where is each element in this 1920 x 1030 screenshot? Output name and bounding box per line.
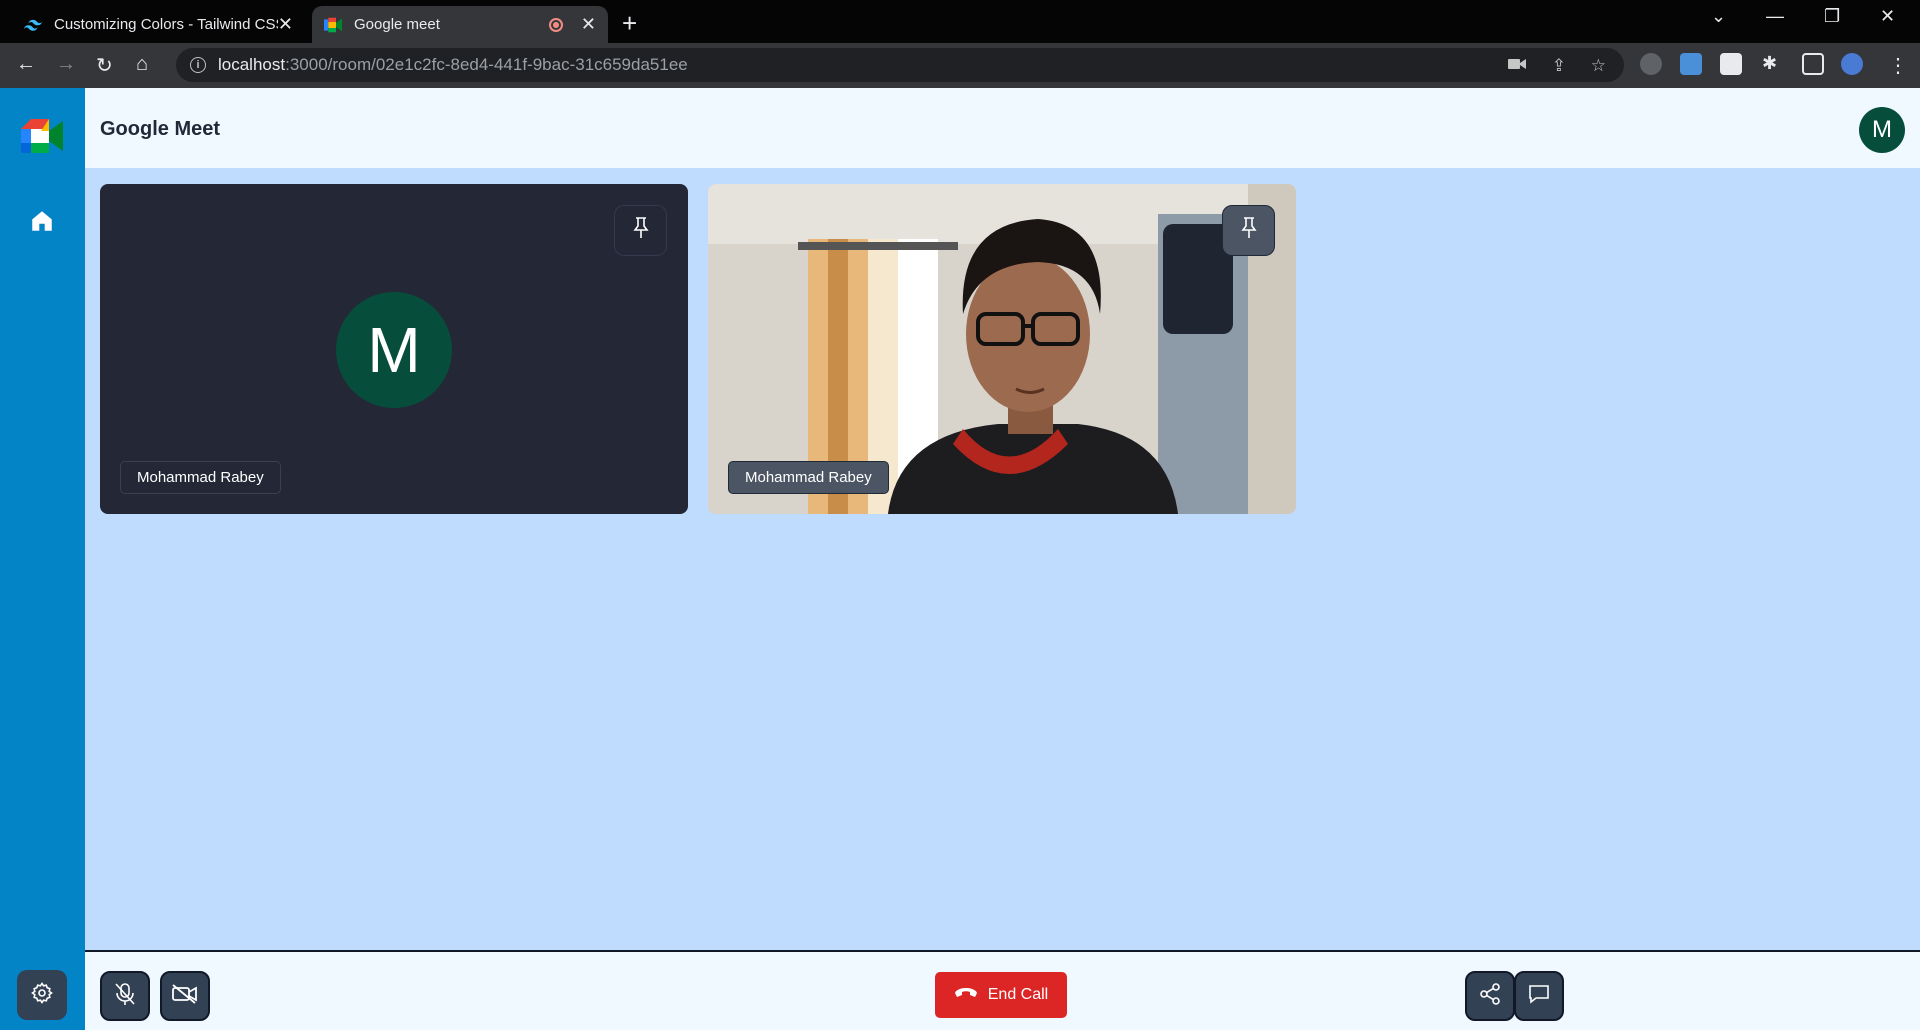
browser-toolbar: ← → ↻ ⌂ i localhost:3000/room/02e1c2fc-8… (0, 43, 1920, 88)
participant-tile: M Mohammad Rabey (100, 184, 688, 514)
close-tab-icon[interactable]: ✕ (278, 14, 293, 35)
home-page-icon[interactable]: ⌂ (136, 53, 148, 76)
toggle-camera-button[interactable] (160, 971, 210, 1021)
share-nodes-icon (1479, 982, 1501, 1010)
app-header: Google Meet M (85, 88, 1920, 168)
forward-icon[interactable]: → (56, 53, 76, 76)
user-avatar[interactable]: M (1859, 107, 1905, 153)
settings-button[interactable] (17, 970, 67, 1020)
mic-off-icon (114, 982, 136, 1011)
url-host: localhost (218, 55, 286, 74)
hang-up-phone-icon (954, 986, 978, 1004)
pin-button[interactable] (1222, 205, 1275, 256)
extensions-puzzle-icon[interactable]: ✱ (1762, 53, 1777, 74)
recording-indicator-icon (548, 17, 563, 32)
reload-icon[interactable]: ↻ (96, 53, 113, 78)
google-meet-logo-icon (21, 119, 63, 153)
end-call-label: End Call (987, 986, 1049, 1003)
share-link-button[interactable] (1465, 971, 1515, 1021)
browser-menu-icon[interactable]: ⋮ (1888, 53, 1908, 78)
tab-title: Google meet (354, 16, 440, 33)
close-tab-icon[interactable]: ✕ (581, 14, 596, 35)
chat-button[interactable] (1514, 971, 1564, 1021)
share-icon[interactable]: ⇪ (1552, 56, 1566, 76)
extension-chart-icon[interactable] (1720, 53, 1742, 75)
browser-tab-strip: Customizing Colors - Tailwind CSS ✕ Goog… (0, 0, 1920, 43)
extension-save-icon[interactable] (1680, 53, 1702, 75)
new-tab-icon[interactable]: + (622, 8, 637, 39)
meet-app: Google Meet M M Mohammad Rabey Mohammad … (0, 88, 1920, 1030)
chat-bubble-icon (1528, 983, 1550, 1010)
minimize-icon[interactable]: — (1766, 6, 1784, 27)
participant-name-tag: Mohammad Rabey (728, 461, 889, 494)
close-window-icon[interactable]: ✕ (1880, 6, 1895, 27)
end-call-button[interactable]: End Call (935, 972, 1067, 1018)
browser-tab-tailwind[interactable]: Customizing Colors - Tailwind CSS ✕ (12, 6, 305, 43)
site-info-icon[interactable]: i (190, 57, 206, 73)
gear-icon (30, 981, 54, 1010)
address-bar[interactable]: i localhost:3000/room/02e1c2fc-8ed4-441f… (176, 48, 1624, 82)
pin-button[interactable] (614, 205, 667, 256)
mute-mic-button[interactable] (100, 971, 150, 1021)
google-meet-favicon-icon (324, 16, 342, 34)
home-icon[interactable] (29, 208, 55, 234)
sidebar (0, 88, 85, 1030)
camera-in-use-icon[interactable] (1508, 56, 1526, 76)
participant-avatar: M (336, 292, 452, 408)
tab-search-chevron-icon[interactable]: ⌄ (1711, 6, 1726, 27)
extension-icon[interactable] (1640, 53, 1662, 75)
browser-tab-google-meet[interactable]: Google meet ✕ (312, 6, 608, 43)
participant-name-tag: Mohammad Rabey (120, 461, 281, 494)
participant-tile: Mohammad Rabey (708, 184, 1296, 514)
side-panel-icon[interactable] (1802, 53, 1824, 75)
pin-icon (1239, 216, 1259, 245)
bookmark-star-icon[interactable]: ☆ (1591, 56, 1606, 76)
call-controls-bar: End Call (85, 950, 1920, 1030)
back-icon[interactable]: ← (16, 53, 36, 76)
restore-icon[interactable]: ❐ (1824, 6, 1840, 27)
page-title: Google Meet (100, 118, 221, 140)
pin-icon (631, 216, 651, 245)
tab-title: Customizing Colors - Tailwind CSS (54, 16, 278, 33)
tailwind-favicon-icon (24, 16, 42, 34)
url-path: :3000/room/02e1c2fc-8ed4-441f-9bac-31c65… (285, 55, 688, 74)
profile-avatar-icon[interactable] (1841, 53, 1863, 75)
video-off-icon (172, 983, 198, 1009)
